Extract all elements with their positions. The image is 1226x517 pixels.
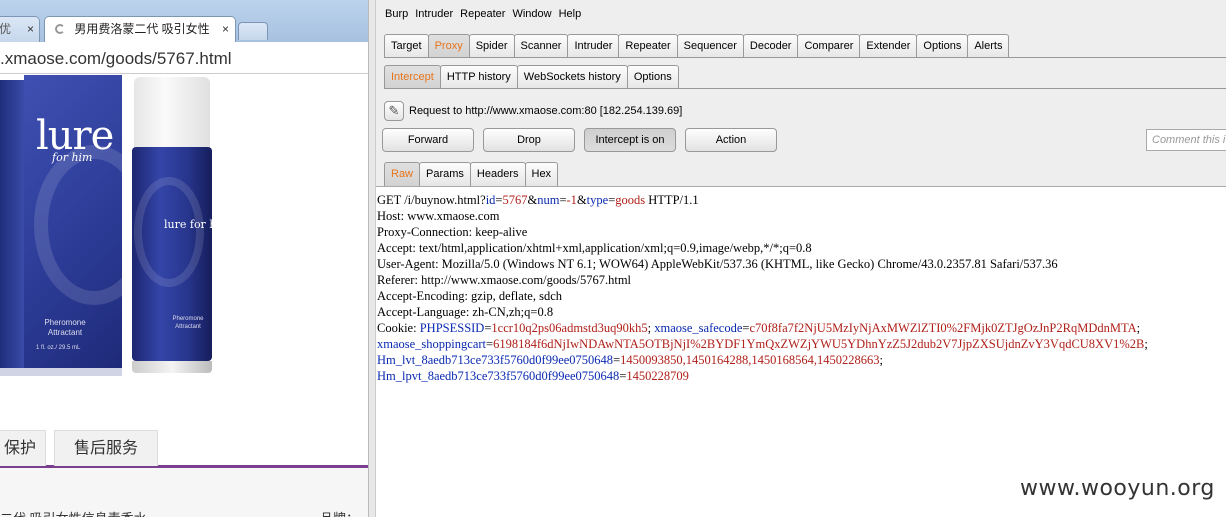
cookie-value: 1450228709 (626, 369, 689, 383)
bottle-logo-text: lure for him (164, 218, 231, 231)
proxy-sub-tabs: Intercept HTTP history WebSockets history O… (384, 65, 679, 89)
subtab-http-history[interactable]: HTTP history (439, 65, 518, 89)
tab-target[interactable]: Target (384, 34, 429, 58)
header-line: Accept-Language: zh-CN,zh;q=0.8 (377, 305, 554, 319)
new-tab-button[interactable] (238, 22, 268, 40)
param-value: 5767 (502, 193, 528, 207)
cookie-value: 1450093850,1450164288,1450168564,1450228… (620, 353, 880, 367)
tab-options[interactable]: Options (916, 34, 969, 58)
cookie-name: xmaose_safecode (654, 321, 743, 335)
menu-item-burp[interactable]: Burp (385, 8, 408, 20)
subtab-intercept[interactable]: Intercept (384, 65, 441, 89)
browser-tab-active[interactable]: 男用费洛蒙二代 吸引女性 × (44, 16, 236, 42)
forward-button[interactable]: Forward (382, 128, 474, 152)
loading-spinner-icon (55, 24, 65, 34)
address-bar-url: .xmaose.com/goods/5767.html (0, 49, 232, 68)
browser-tabstrip: 优 × 男用费洛蒙二代 吸引女性 × (0, 0, 368, 42)
cookie-value: 6198184f6dNjIwNDAwNTA5OTBjNjI%2BYDF1YmQx… (493, 337, 1145, 351)
tab-proxy[interactable]: Proxy (427, 34, 470, 58)
tab-decoder[interactable]: Decoder (742, 34, 799, 58)
cookie-name: Hm_lvt_8aedb713ce733f5760d0f99ee0750648 (377, 353, 614, 367)
window-divider (368, 0, 376, 517)
tab-extender[interactable]: Extender (859, 34, 918, 58)
header-line: User-Agent: Mozilla/5.0 (Windows NT 6.1;… (377, 257, 1058, 271)
cookie-line: Cookie: PHPSESSID=1ccr10q2ps06admstd3uq9… (377, 321, 1141, 335)
header-line: Host: www.xmaose.com (377, 209, 500, 223)
param-value: -1 (566, 193, 577, 207)
browser-tab-active-label: 男用费洛蒙二代 吸引女性 (74, 22, 210, 36)
comment-input[interactable]: Comment this item (1146, 129, 1226, 151)
product-name-text: 二代 吸引女性信息素香水 (0, 508, 147, 517)
drop-button[interactable]: Drop (483, 128, 575, 152)
sub-tabs-divider (384, 88, 1226, 89)
tab-repeater[interactable]: Repeater (618, 34, 678, 58)
box-volume-text: 1 fl. oz./ 29.5 mL (36, 345, 81, 351)
close-icon[interactable]: × (222, 17, 229, 41)
product-brand-label: 品牌： (320, 508, 359, 517)
browser-tab-inactive-label: 优 (0, 22, 12, 36)
product-detail-strip: 二代 吸引女性信息素香水 品牌： (0, 468, 368, 517)
cookie-value: c70f8fa7f2NjU5MzIyNjAxMWZlZTI0%2FMjk0ZTJ… (749, 321, 1137, 335)
burp-main-tabs: Target Proxy Spider Scanner Intruder Repeater… (384, 34, 1010, 58)
browser-window: 优 × 男用费洛蒙二代 吸引女性 × .xmaose.com/goods/576… (0, 0, 368, 517)
burp-window: Burp Intruder Repeater Window Help Target Pro… (376, 0, 1226, 517)
address-bar[interactable]: .xmaose.com/goods/5767.html (0, 42, 368, 74)
param-name: num (537, 193, 560, 207)
tab-spider[interactable]: Spider (468, 34, 515, 58)
browser-tab-inactive[interactable]: 优 × (0, 16, 40, 42)
intercept-toggle-button[interactable]: Intercept is on (584, 128, 676, 152)
box-pheromone-text: Pheromone Attractant (44, 318, 86, 337)
param-value: goods (615, 193, 646, 207)
viewtab-params[interactable]: Params (419, 162, 471, 186)
param-name: id (485, 193, 496, 207)
box-logo-subtext: for him (52, 151, 93, 164)
viewtab-headers[interactable]: Headers (469, 162, 526, 186)
header-line: Accept-Encoding: gzip, deflate, sdch (377, 289, 562, 303)
product-box-base (0, 368, 122, 376)
viewtab-raw[interactable]: Raw (384, 162, 421, 186)
tab-after-sales-service[interactable]: 售后服务 (54, 430, 158, 466)
close-icon[interactable]: × (27, 17, 34, 41)
bottle-cap (134, 77, 210, 147)
tab-protect[interactable]: 保护 (0, 430, 46, 466)
cookie-value: 1ccr10q2ps06admstd3uq90kh5 (491, 321, 648, 335)
cookie-line: xmaose_shoppingcart=6198184f6dNjIwNDAwNT… (377, 337, 1148, 351)
bottle-pheromone-text: Pheromone Attractant (172, 316, 204, 330)
main-tabs-divider (384, 57, 1226, 58)
cookie-name: xmaose_shoppingcart (377, 337, 487, 351)
product-image: lure for him Pheromone Attractant 1 fl. … (0, 75, 368, 430)
tab-sequencer[interactable]: Sequencer (676, 34, 744, 58)
tab-comparer[interactable]: Comparer (797, 34, 861, 58)
menu-item-repeater[interactable]: Repeater (460, 8, 505, 20)
header-line: Referer: http://www.xmaose.com/goods/576… (377, 273, 632, 287)
subtab-options[interactable]: Options (626, 65, 679, 89)
cookie-name: PHPSESSID (419, 321, 485, 335)
viewtab-hex[interactable]: Hex (524, 162, 559, 186)
action-button[interactable]: Action (685, 128, 777, 152)
message-view-tabs: Raw Params Headers Hex (384, 162, 559, 186)
burp-menubar: Burp Intruder Repeater Window Help (376, 8, 582, 28)
tab-scanner[interactable]: Scanner (513, 34, 569, 58)
cookie-line: Hm_lpvt_8aedb713ce733f5760d0f99ee0750648… (377, 369, 689, 383)
product-box-side (0, 80, 24, 368)
tab-intruder[interactable]: Intruder (567, 34, 620, 58)
menu-item-help[interactable]: Help (559, 8, 582, 20)
subtab-websockets-history[interactable]: WebSockets history (516, 65, 628, 89)
request-editor[interactable]: GET /i/buynow.html?id=5767&num=-1&type=g… (376, 186, 1226, 517)
watermark-text: www.wooyun.org (1020, 476, 1215, 501)
header-line: Accept: text/html,application/xhtml+xml,… (377, 241, 812, 255)
request-target-text: Request to http://www.xmaose.com:80 [182… (409, 105, 683, 117)
pencil-icon[interactable]: ✎ (384, 101, 404, 121)
product-info-tabs: 保护 售后服务 (0, 430, 368, 468)
param-name: type (586, 193, 609, 207)
menu-item-intruder[interactable]: Intruder (415, 8, 453, 20)
request-line: GET /i/buynow.html?id=5767&num=-1&type=g… (377, 193, 699, 207)
cookie-name: Hm_lpvt_8aedb713ce733f5760d0f99ee0750648 (377, 369, 620, 383)
menu-item-window[interactable]: Window (512, 8, 551, 20)
bottle-base (132, 361, 212, 373)
cookie-line: Hm_lvt_8aedb713ce733f5760d0f99ee0750648=… (377, 353, 883, 367)
tab-alerts[interactable]: Alerts (967, 34, 1010, 58)
header-line: Proxy-Connection: keep-alive (377, 225, 528, 239)
